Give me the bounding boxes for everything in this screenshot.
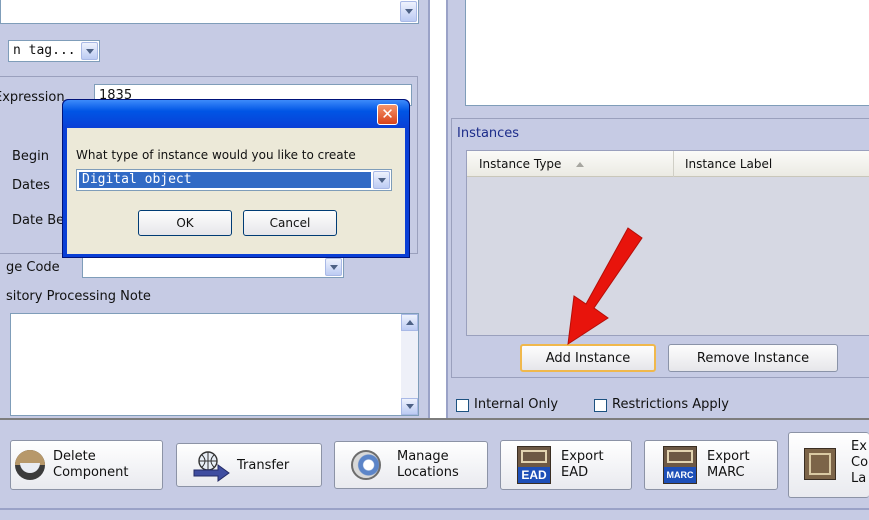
- transfer-label: Transfer: [237, 458, 290, 473]
- instance-type-dropdown-button[interactable]: [373, 171, 390, 189]
- notes-area[interactable]: [465, 0, 869, 106]
- left-panel-border: [428, 0, 430, 418]
- column-header-instance-type[interactable]: Instance Type: [467, 151, 674, 177]
- add-instance-button[interactable]: Add Instance: [520, 344, 656, 372]
- top-select-dropdown-button[interactable]: [400, 1, 417, 22]
- close-icon: ✕: [381, 105, 394, 123]
- top-select[interactable]: [0, 0, 419, 24]
- language-code-dropdown-button[interactable]: [325, 258, 342, 276]
- instances-table[interactable]: Instance Type Instance Label: [466, 150, 869, 336]
- delete-component-button[interactable]: Delete Component: [10, 440, 163, 490]
- instances-title: Instances: [457, 126, 520, 141]
- dialog-prompt: What type of instance would you like to …: [76, 148, 356, 162]
- export-ead-badge: EAD: [518, 467, 550, 483]
- remove-instance-label: Remove Instance: [696, 350, 810, 366]
- chevron-down-icon: [404, 9, 413, 14]
- export-marc-button[interactable]: MARC Export MARC: [644, 440, 778, 490]
- delete-component-icon: [15, 450, 45, 480]
- delete-component-label: Delete Component: [53, 449, 129, 480]
- export-ead-button[interactable]: EAD Export EAD: [500, 440, 632, 490]
- export-marc-badge: MARC: [664, 467, 696, 483]
- tag-select-dropdown-button[interactable]: [81, 42, 98, 60]
- export-ead-label: Export EAD: [561, 449, 604, 480]
- annotation-arrow-icon: [567, 227, 643, 346]
- export-ead-icon: EAD: [517, 446, 551, 484]
- cancel-label: Cancel: [269, 216, 311, 230]
- globe-transfer-icon: [193, 451, 230, 482]
- sort-ascending-icon: [576, 162, 584, 167]
- manage-locations-button[interactable]: Manage Locations: [334, 441, 488, 489]
- scroll-down-button[interactable]: [401, 398, 418, 415]
- begin-label: Begin: [12, 149, 50, 164]
- language-code-select[interactable]: [82, 256, 344, 278]
- locations-icon: [351, 450, 381, 480]
- restrictions-apply-label: Restrictions Apply: [612, 397, 729, 412]
- instances-table-header: Instance Type Instance Label: [467, 151, 869, 177]
- tag-select[interactable]: n tag...: [8, 40, 100, 62]
- restrictions-apply-checkbox[interactable]: [594, 399, 607, 412]
- dates-label: Dates: [12, 178, 50, 193]
- column-header-instance-label[interactable]: Instance Label: [675, 151, 869, 177]
- dialog-body: What type of instance would you like to …: [67, 128, 405, 254]
- internal-only-checkbox[interactable]: [456, 399, 469, 412]
- textarea-scrollbar[interactable]: [401, 314, 418, 415]
- date-be-label: Date Be: [12, 213, 65, 228]
- internal-only-label: Internal Only: [474, 397, 559, 412]
- dialog-close-button[interactable]: ✕: [377, 104, 398, 125]
- dialog-title-bar: [63, 100, 409, 128]
- instance-type-dialog: ✕ What type of instance would you like t…: [62, 99, 410, 258]
- status-bar: [0, 510, 869, 520]
- chevron-down-icon: [85, 48, 94, 54]
- export-container-labels-label: Ex Co La: [851, 439, 869, 486]
- instance-type-select[interactable]: Digital object: [76, 169, 392, 191]
- processing-note-label: sitory Processing Note: [6, 289, 151, 304]
- add-instance-label: Add Instance: [545, 350, 631, 366]
- expression-label: Expression: [0, 90, 65, 105]
- export-marc-icon: MARC: [663, 446, 697, 484]
- processing-note-textarea[interactable]: [10, 313, 419, 416]
- tag-select-value: n tag...: [13, 43, 76, 58]
- column-label-instance-type: Instance Type: [479, 157, 562, 171]
- chevron-down-icon: [329, 264, 338, 270]
- export-marc-label: Export MARC: [707, 449, 750, 480]
- language-code-label: ge Code: [6, 260, 60, 275]
- chevron-up-icon: [405, 320, 414, 325]
- right-panel-border: [446, 0, 448, 418]
- container-labels-icon: [804, 448, 836, 480]
- chevron-down-icon: [405, 404, 414, 409]
- chevron-down-icon: [377, 177, 386, 183]
- ok-label: OK: [176, 216, 194, 230]
- export-container-labels-button[interactable]: Ex Co La: [788, 432, 869, 498]
- instance-type-selected-value: Digital object: [82, 172, 192, 187]
- remove-instance-button[interactable]: Remove Instance: [668, 344, 838, 372]
- column-label-instance-label: Instance Label: [685, 157, 773, 171]
- transfer-button[interactable]: Transfer: [176, 443, 322, 487]
- ok-button[interactable]: OK: [138, 210, 232, 236]
- scroll-up-button[interactable]: [401, 314, 418, 331]
- manage-locations-label: Manage Locations: [397, 449, 459, 480]
- cancel-button[interactable]: Cancel: [243, 210, 337, 236]
